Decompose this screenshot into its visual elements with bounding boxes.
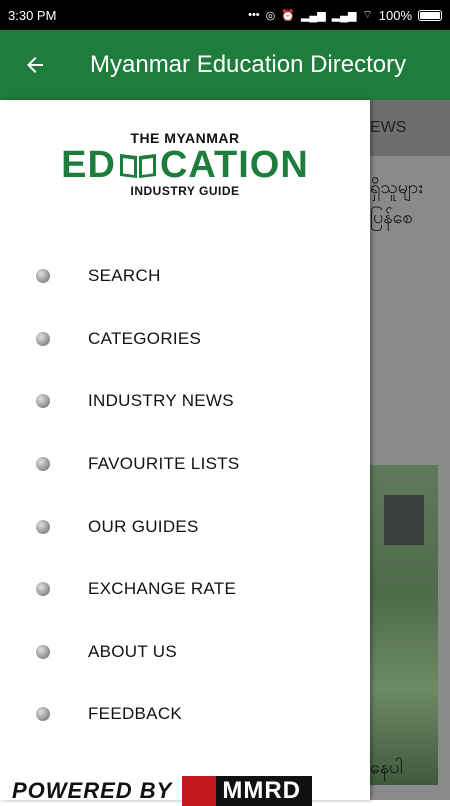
menu-item-label: SEARCH	[88, 266, 161, 286]
menu-item-our-guides[interactable]: OUR GUIDES	[0, 495, 370, 558]
more-icon: •••	[248, 9, 260, 21]
drawer-menu: SEARCH CATEGORIES INDUSTRY NEWS FAVOURIT…	[0, 245, 370, 746]
menu-item-label: CATEGORIES	[88, 328, 202, 348]
powered-by-footer: POWERED BY MMRD	[12, 776, 313, 806]
logo-main-text: ED CATION	[56, 146, 314, 184]
back-button[interactable]	[0, 30, 70, 100]
background-text-line: ပြန်စေ	[370, 207, 413, 227]
mmrd-mark-icon	[182, 776, 217, 806]
alarm-icon: ⏰	[281, 9, 295, 22]
background-text-line: ရှိသူများ	[370, 177, 423, 197]
wifi-icon: ⌔	[362, 9, 373, 21]
status-time: 3:30 PM	[8, 7, 57, 23]
app-logo: THE MYANMAR ED CATION INDUSTRY GUIDE	[56, 130, 314, 202]
menu-item-label: FAVOURITE LISTS	[88, 454, 240, 474]
mmrd-brand-text: MMRD	[222, 777, 302, 804]
logo-sub-text: INDUSTRY GUIDE	[130, 184, 240, 198]
signal-2-icon: ▂▄▆	[331, 9, 357, 22]
battery-level: 100%	[378, 7, 412, 23]
bullet-icon	[36, 457, 50, 472]
background-bottom-text: နေပါ	[370, 757, 403, 777]
background-content: EWS ရှိသူများ ပြန်စေ နေပါ	[370, 100, 450, 800]
background-tab: EWS	[370, 100, 450, 156]
menu-item-label: FEEDBACK	[88, 704, 183, 724]
mmrd-logo: MMRD	[182, 776, 313, 806]
bullet-icon	[36, 269, 50, 284]
menu-item-industry-news[interactable]: INDUSTRY NEWS	[0, 370, 370, 433]
app-title: Myanmar Education Directory	[90, 51, 407, 78]
logo-main-right: CATION	[159, 144, 309, 186]
bullet-icon	[36, 394, 50, 409]
menu-item-about-us[interactable]: ABOUT US	[0, 621, 370, 684]
menu-item-label: INDUSTRY NEWS	[88, 391, 234, 411]
bullet-icon	[36, 331, 50, 346]
bullet-icon	[36, 644, 50, 659]
menu-item-label: EXCHANGE RATE	[88, 579, 237, 599]
battery-icon	[418, 9, 442, 21]
menu-item-label: OUR GUIDES	[88, 516, 199, 536]
background-photo	[370, 465, 438, 785]
powered-by-text: POWERED BY	[12, 778, 173, 803]
menu-item-label: ABOUT US	[88, 641, 177, 661]
bullet-icon	[36, 519, 50, 534]
signal-icon: ▂▄▆	[300, 9, 326, 22]
logo-main-left: ED	[61, 144, 116, 186]
background-text: ရှိသူများ ပြန်စေ	[370, 172, 423, 232]
menu-item-categories[interactable]: CATEGORIES	[0, 308, 370, 371]
navigation-drawer: THE MYANMAR ED CATION INDUSTRY GUIDE SEA…	[0, 100, 370, 806]
arrow-left-icon	[27, 57, 43, 73]
menu-item-feedback[interactable]: FEEDBACK	[0, 683, 370, 746]
status-icons: ••• ◎ ⏰ ▂▄▆ ▂▄▆ ⌔ 100%	[248, 8, 442, 23]
app-bar: Myanmar Education Directory	[0, 30, 450, 100]
menu-item-search[interactable]: SEARCH	[0, 245, 370, 308]
status-bar: 3:30 PM ••• ◎ ⏰ ▂▄▆ ▂▄▆ ⌔ 100%	[0, 0, 450, 30]
bullet-icon	[36, 582, 50, 597]
menu-item-exchange-rate[interactable]: EXCHANGE RATE	[0, 558, 370, 621]
bullet-icon	[36, 707, 50, 722]
book-icon	[119, 154, 156, 178]
menu-item-favourite-lists[interactable]: FAVOURITE LISTS	[0, 433, 370, 496]
hotspot-icon: ◎	[265, 9, 276, 22]
